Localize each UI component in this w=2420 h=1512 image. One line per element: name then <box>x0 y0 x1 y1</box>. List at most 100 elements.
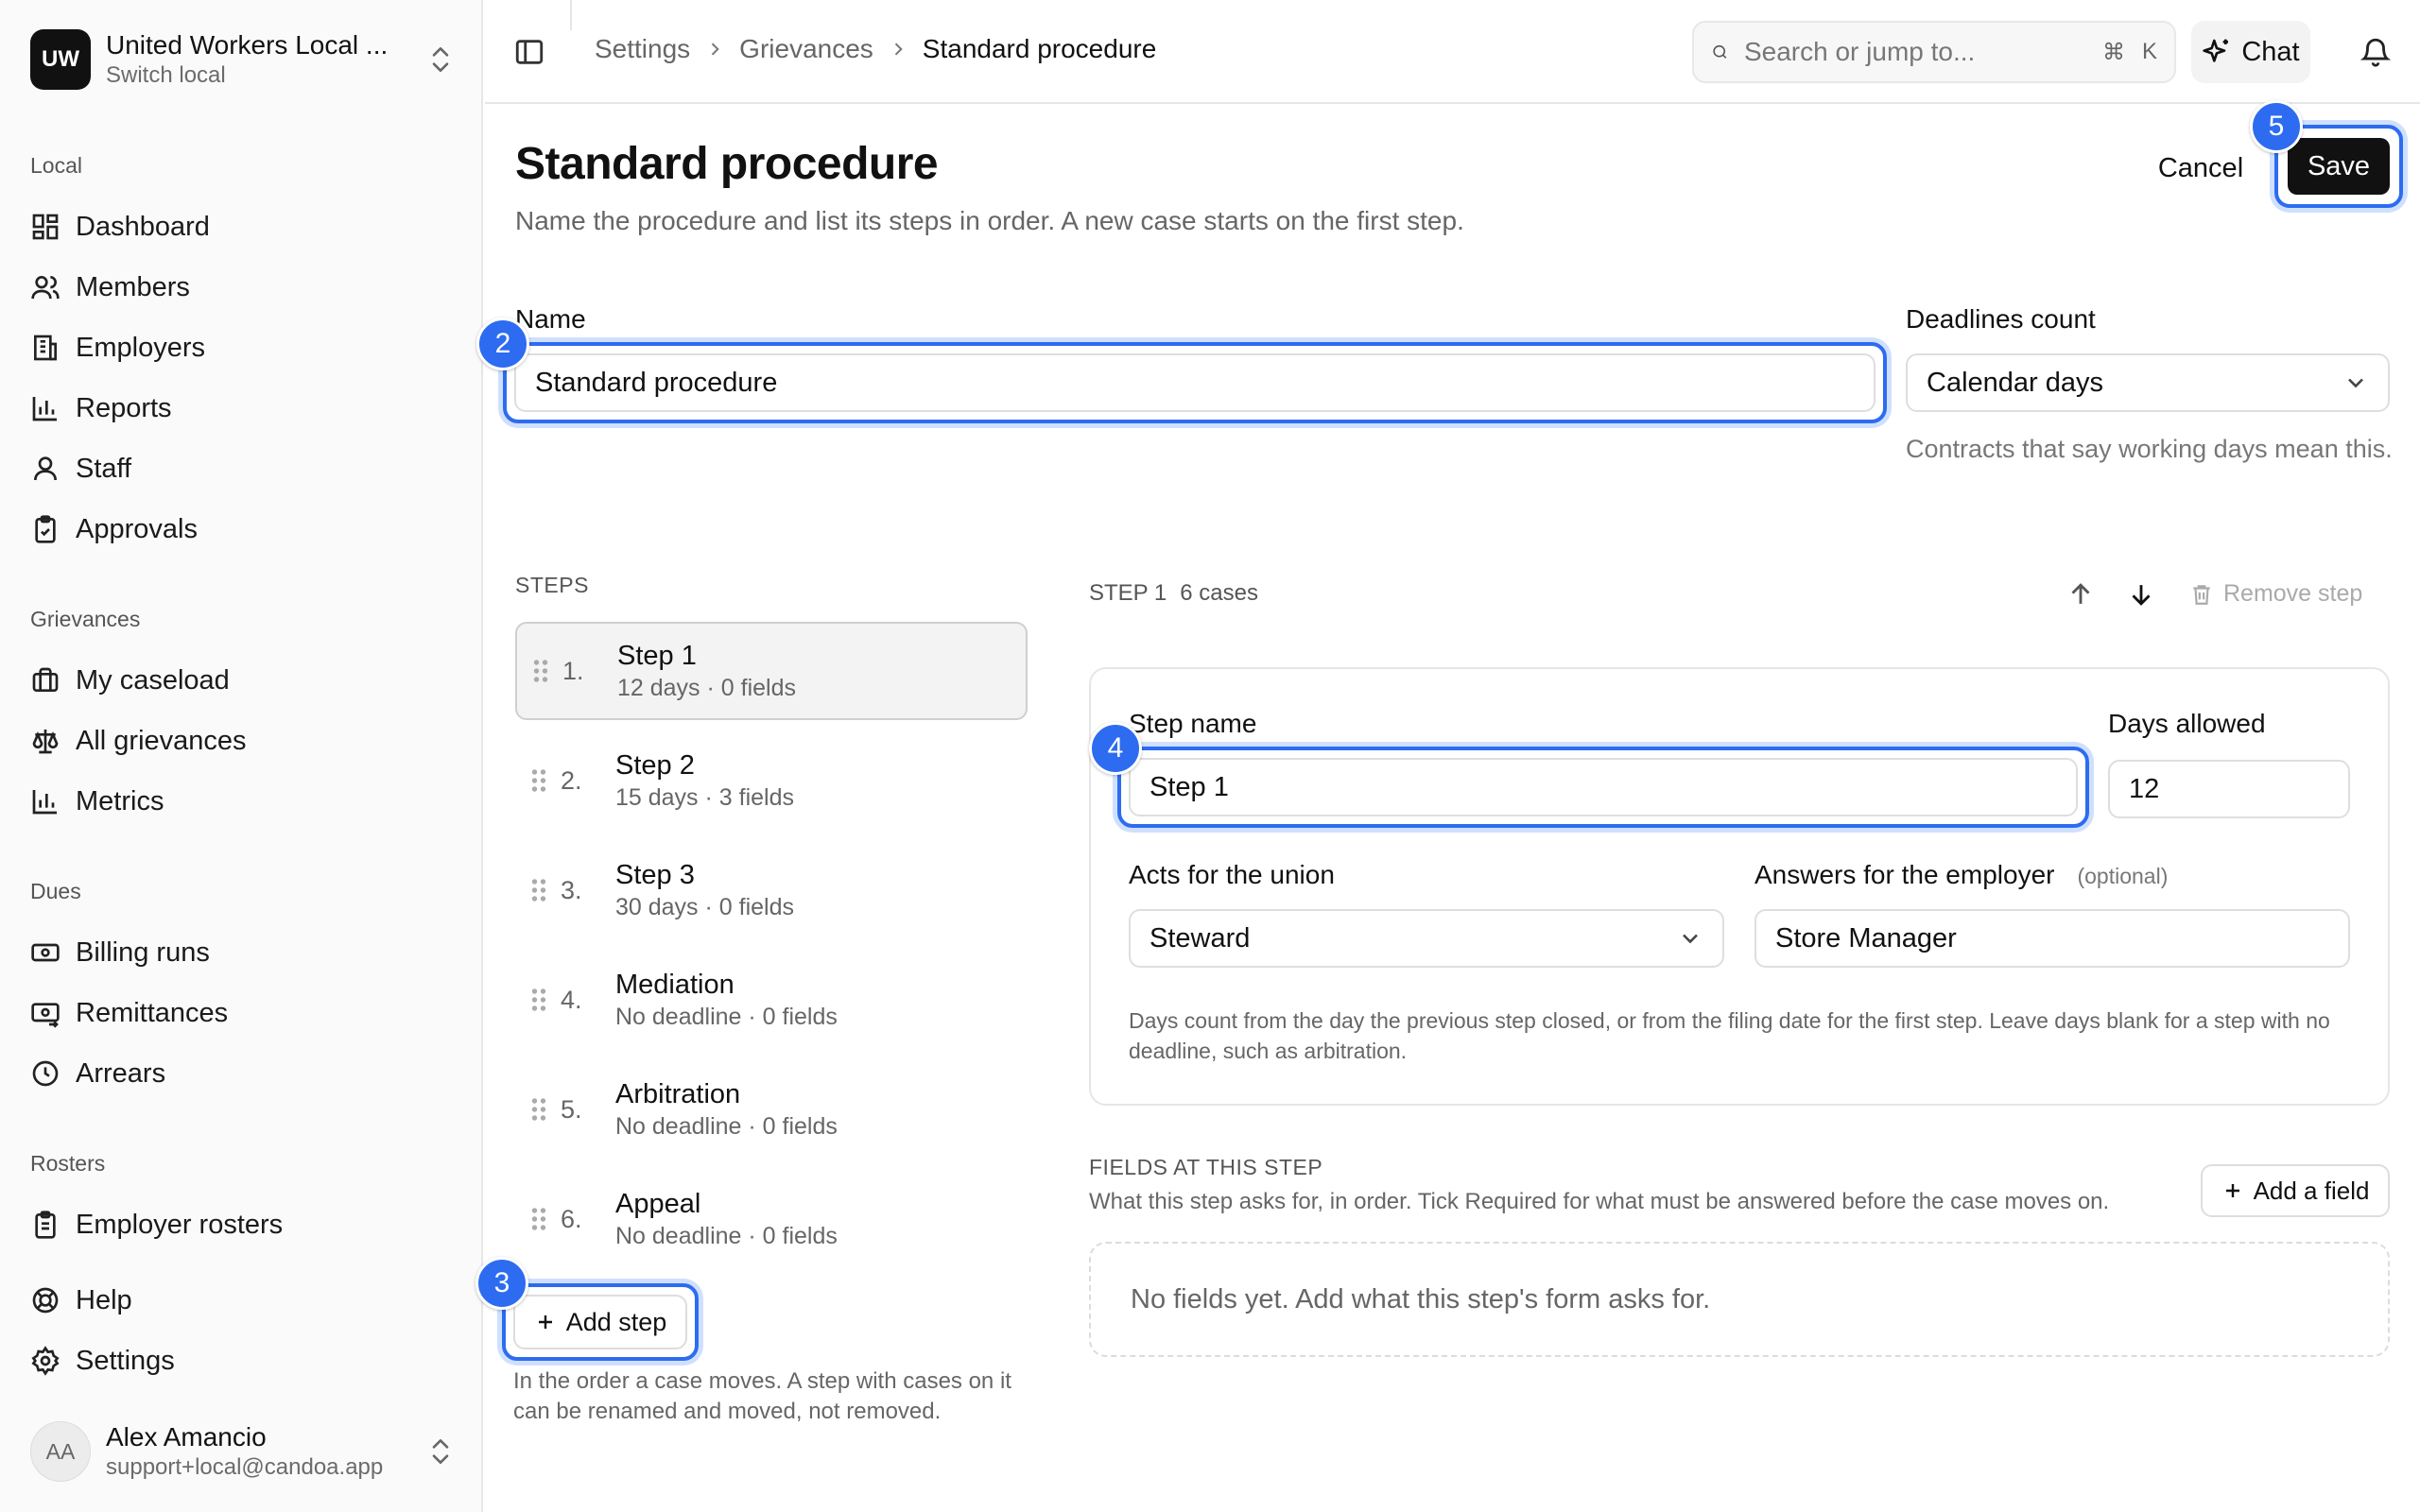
annotation-badge: 3 <box>475 1257 528 1310</box>
drag-handle-icon[interactable] <box>528 766 549 795</box>
days-allowed-field[interactable]: 12 <box>2108 760 2350 818</box>
sidebar-item-all-grievances[interactable]: All grievances <box>30 714 446 767</box>
sidebar: UW United Workers Local ... Switch local… <box>0 0 483 1512</box>
breadcrumb-settings[interactable]: Settings <box>595 34 690 64</box>
breadcrumb-grievances[interactable]: Grievances <box>739 34 873 64</box>
chevron-right-icon <box>711 43 719 56</box>
name-field-value: Standard procedure <box>535 367 778 398</box>
step-list-item[interactable]: 6. Appeal No deadline · 0 fields <box>515 1170 1028 1268</box>
step-meta: 30 days · 0 fields <box>615 894 794 920</box>
save-button[interactable]: Save <box>2288 138 2390 195</box>
step-meta: 12 days · 0 fields <box>617 675 796 701</box>
user-name: Alex Amancio <box>106 1422 267 1452</box>
annotation-badge: 5 <box>2250 100 2303 153</box>
drag-handle-icon[interactable] <box>528 1205 549 1233</box>
drag-handle-icon[interactable] <box>530 657 551 685</box>
name-field[interactable]: Standard procedure <box>514 353 1876 412</box>
arrow-up-icon[interactable] <box>2065 578 2097 610</box>
union-role-select[interactable]: Steward <box>1129 909 1724 968</box>
step-list-item[interactable]: 4. Mediation No deadline · 0 fields <box>515 951 1028 1049</box>
step-help-text: Days count from the day the previous ste… <box>1129 1008 2330 1063</box>
org-avatar: UW <box>30 29 91 90</box>
steps-section-label: STEPS <box>515 573 589 597</box>
step-meta: No deadline · 0 fields <box>615 1004 838 1030</box>
step-list-item[interactable]: 2. Step 2 15 days · 3 fields <box>515 731 1028 830</box>
drag-handle-icon[interactable] <box>528 1095 549 1124</box>
add-field-button[interactable]: Add a field <box>2201 1164 2390 1217</box>
sidebar-item-members[interactable]: Members <box>30 261 446 314</box>
chevron-right-icon <box>894 43 903 56</box>
sidebar-item-settings[interactable]: Settings <box>30 1334 446 1387</box>
sidebar-item-approvals[interactable]: Approvals <box>30 503 446 556</box>
sidebar-item-dashboard[interactable]: Dashboard <box>30 200 446 253</box>
deadlines-label: Deadlines count <box>1906 304 2096 334</box>
scale-icon <box>32 730 59 754</box>
briefcase-icon <box>32 667 59 692</box>
step-list-item[interactable]: 3. Step 3 30 days · 0 fields <box>515 841 1028 939</box>
sidebar-item-reports[interactable]: Reports <box>30 382 446 435</box>
search-box[interactable]: ⌘ K <box>1692 21 2176 83</box>
bar-chart-icon <box>32 397 57 421</box>
employer-role-field[interactable]: Store Manager <box>1754 909 2350 968</box>
step-name: Step 3 <box>615 860 695 890</box>
drag-handle-icon[interactable] <box>528 986 549 1014</box>
sidebar-item-label: Remittances <box>76 997 229 1028</box>
sidebar-item-metrics[interactable]: Metrics <box>30 775 446 828</box>
chevron-down-icon <box>2348 378 2363 388</box>
sidebar-item-billing-runs[interactable]: Billing runs <box>30 926 446 979</box>
cancel-button[interactable]: Cancel <box>2144 142 2257 195</box>
clipboard-check-icon <box>35 515 56 543</box>
user-menu[interactable]: AA Alex Amancio support+local@candoa.app <box>30 1418 454 1486</box>
nav-group-rosters: Rosters <box>30 1151 106 1176</box>
sidebar-item-remittances[interactable]: Remittances <box>30 987 446 1040</box>
search-input[interactable] <box>1743 37 2085 67</box>
drag-handle-icon[interactable] <box>528 876 549 904</box>
days-allowed-value: 12 <box>2129 773 2160 804</box>
sidebar-item-label: Staff <box>76 453 132 484</box>
sidebar-item-label: Members <box>76 271 190 302</box>
sidebar-item-my-caseload[interactable]: My caseload <box>30 654 446 707</box>
deadlines-help: Contracts that say working days mean thi… <box>1906 435 2393 463</box>
chat-button[interactable]: Chat <box>2191 21 2310 83</box>
step-number: 5. <box>561 1094 582 1124</box>
step-name-field-value: Step 1 <box>1150 771 1229 802</box>
bell-icon[interactable] <box>2360 36 2392 68</box>
remove-step-button[interactable]: Remove step <box>2189 580 2362 608</box>
user-email: support+local@candoa.app <box>106 1454 384 1480</box>
sidebar-item-employer-rosters[interactable]: Employer rosters <box>30 1198 446 1251</box>
step-number: 4. <box>561 985 582 1014</box>
shortcut-cmd: ⌘ <box>2101 39 2125 65</box>
clock-icon <box>32 1060 59 1087</box>
sidebar-item-arrears[interactable]: Arrears <box>30 1047 446 1100</box>
building-icon <box>33 335 57 361</box>
banknote-icon <box>31 943 60 962</box>
nav-group-dues: Dues <box>30 879 81 903</box>
deadlines-select[interactable]: Calendar days <box>1906 353 2390 412</box>
sidebar-toggle-icon[interactable] <box>513 36 545 68</box>
arrow-down-icon[interactable] <box>2125 578 2157 610</box>
step-number: 2. <box>561 765 582 795</box>
plus-icon <box>538 1315 552 1329</box>
sidebar-item-label: Help <box>76 1284 132 1315</box>
org-switcher[interactable]: UW United Workers Local ... Switch local <box>30 28 454 91</box>
sidebar-item-employers[interactable]: Employers <box>30 321 446 374</box>
step-list-item[interactable]: 1. Step 1 12 days · 0 fields <box>515 622 1028 720</box>
step-meta: 15 days · 3 fields <box>615 784 794 811</box>
step-number: 3. <box>561 875 582 904</box>
chevron-up-down-icon <box>432 47 449 72</box>
sidebar-item-label: Billing runs <box>76 936 210 968</box>
step-name: Arbitration <box>615 1079 741 1109</box>
add-step-button[interactable]: Add step <box>513 1295 687 1349</box>
step-meta: No deadline · 0 fields <box>615 1223 838 1249</box>
union-role-value: Steward <box>1150 922 1251 954</box>
step-list-item[interactable]: 5. Arbitration No deadline · 0 fields <box>515 1060 1028 1159</box>
step-name-field[interactable]: Step 1 <box>1129 758 2078 816</box>
sidebar-item-label: Employer rosters <box>76 1209 284 1240</box>
annotation-badge: 2 <box>476 318 529 370</box>
sidebar-item-help[interactable]: Help <box>30 1274 446 1327</box>
avatar: AA <box>30 1421 91 1482</box>
breadcrumb-current: Standard procedure <box>922 34 1157 63</box>
sidebar-item-staff[interactable]: Staff <box>30 442 446 495</box>
days-allowed-label: Days allowed <box>2108 709 2266 738</box>
add-field-label: Add a field <box>2253 1176 2370 1205</box>
